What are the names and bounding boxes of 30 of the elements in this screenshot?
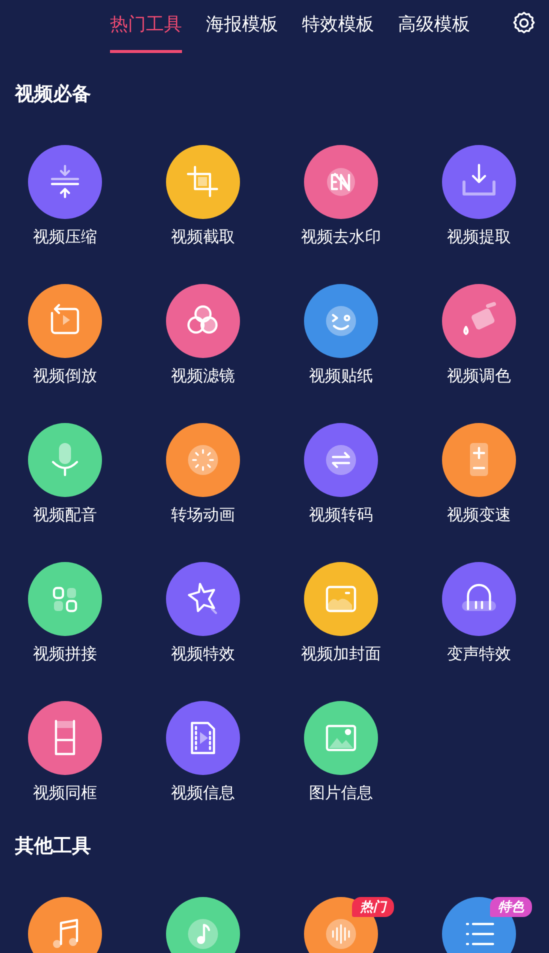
tool-label: 视频截取 <box>171 228 235 248</box>
tool-label: 视频拼接 <box>33 644 97 665</box>
tool-label: 视频变速 <box>447 506 511 526</box>
tool-label: 视频调色 <box>447 366 511 387</box>
tab[interactable]: 热门工具 <box>110 0 182 53</box>
tool-label: 视频去水印 <box>301 228 381 248</box>
tool-button[interactable] <box>28 897 102 953</box>
tool-label: 视频转码 <box>309 506 373 526</box>
tool-label: 视频压缩 <box>33 228 97 248</box>
tool-label: 视频信息 <box>171 784 235 804</box>
tool-label: 视频加封面 <box>301 644 381 665</box>
tool-label: 视频提取 <box>447 228 511 248</box>
tool-label: 视频倒放 <box>33 366 97 387</box>
badge: 特色 <box>490 897 532 917</box>
section-title: 其他工具 <box>14 835 92 859</box>
tool-label: 视频滤镜 <box>171 366 235 387</box>
tool-label: 视频同框 <box>33 784 97 804</box>
tool-label: 转场动画 <box>171 506 235 526</box>
tool-button[interactable] <box>166 897 240 953</box>
tab[interactable]: 高级模板 <box>398 0 470 53</box>
tool-label: 视频特效 <box>171 644 235 665</box>
settings-icon[interactable] <box>511 10 537 36</box>
tool-label: 图片信息 <box>309 784 373 804</box>
badge: 热门 <box>352 897 394 917</box>
tab[interactable]: 海报模板 <box>206 0 278 53</box>
tab[interactable]: 特效模板 <box>302 0 374 53</box>
tool-label: 视频贴纸 <box>309 366 373 387</box>
tool-label: 视频配音 <box>33 506 97 526</box>
section-title: 视频必备 <box>14 83 92 107</box>
tool-label: 变声特效 <box>447 644 511 665</box>
